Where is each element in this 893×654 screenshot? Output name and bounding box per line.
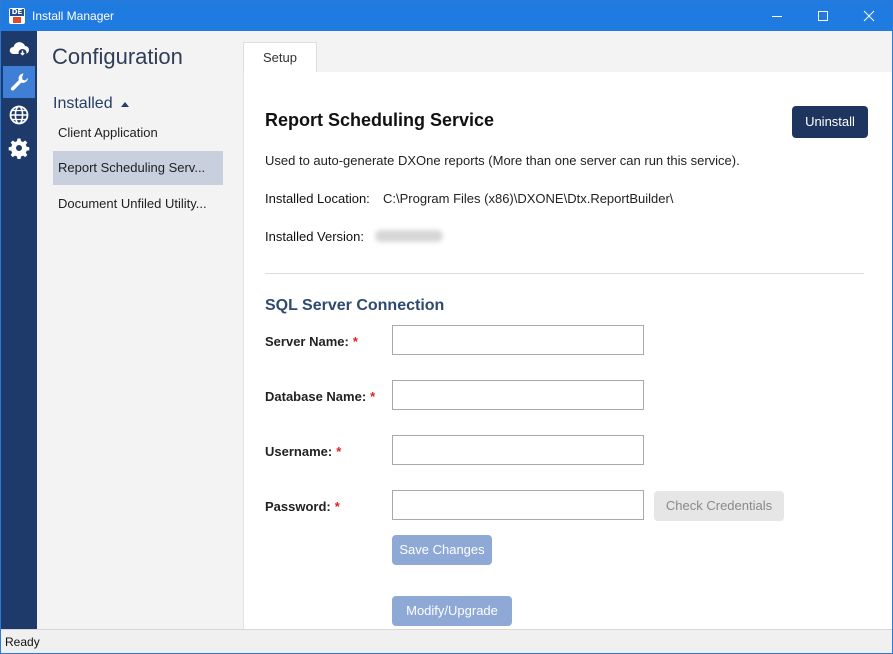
close-button[interactable]: [846, 1, 892, 31]
required-marker: *: [334, 499, 340, 514]
close-icon: [863, 10, 875, 22]
minimize-button[interactable]: [754, 1, 800, 31]
save-changes-button[interactable]: Save Changes: [392, 535, 492, 565]
wrench-icon: [10, 73, 28, 91]
modify-upgrade-button[interactable]: Modify/Upgrade: [392, 596, 512, 626]
installed-section-header[interactable]: Installed: [53, 95, 113, 113]
required-marker: *: [336, 444, 342, 459]
window-title: Install Manager: [32, 9, 115, 23]
required-marker: *: [370, 389, 376, 404]
rail-item-configuration[interactable]: [3, 66, 35, 98]
sidebar-item-document-unfiled[interactable]: Document Unfiled Utility...: [53, 187, 223, 221]
page-title: Configuration: [52, 44, 183, 69]
maximize-icon: [818, 11, 828, 21]
required-marker: *: [352, 334, 358, 349]
rail-item-settings[interactable]: [3, 132, 35, 164]
navigation-rail: [1, 31, 37, 629]
username-input[interactable]: [392, 435, 644, 465]
maximize-button[interactable]: [800, 1, 846, 31]
title-bar[interactable]: DE Install Manager: [1, 1, 892, 31]
database-name-label: Database Name: *: [265, 389, 376, 404]
database-name-input[interactable]: [392, 380, 644, 410]
server-name-label: Server Name: *: [265, 334, 358, 349]
installed-version-label: Installed Version:: [265, 229, 365, 244]
status-bar: Ready: [1, 629, 892, 653]
setup-panel: Report Scheduling Service Uninstall Used…: [243, 72, 892, 629]
rail-item-network[interactable]: [3, 99, 35, 131]
install-manager-window: DE Install Manager Configuration Install…: [0, 0, 893, 654]
server-name-input[interactable]: [392, 325, 644, 355]
installed-location-label: Installed Location:: [265, 191, 370, 206]
sidebar-item-client-application[interactable]: Client Application: [53, 116, 223, 150]
service-description: Used to auto-generate DXOne reports (Mor…: [265, 153, 740, 168]
uninstall-button[interactable]: Uninstall: [792, 106, 868, 138]
installed-location-value: C:\Program Files (x86)\DXONE\Dtx.ReportB…: [383, 191, 674, 206]
main-content: Setup Report Scheduling Service Uninstal…: [243, 31, 892, 629]
service-title: Report Scheduling Service: [265, 110, 495, 130]
check-credentials-button[interactable]: Check Credentials: [654, 491, 784, 521]
sidebar: Configuration Installed Client Applicati…: [37, 31, 243, 629]
installed-version-value-redacted: [375, 230, 443, 242]
username-label: Username: *: [265, 444, 342, 459]
globe-icon: [9, 105, 29, 125]
password-label: Password: *: [265, 499, 340, 514]
minimize-icon: [772, 16, 782, 17]
cloud-download-icon: [9, 42, 30, 57]
divider: [265, 273, 864, 274]
app-icon: DE: [9, 8, 25, 24]
tab-setup[interactable]: Setup: [243, 42, 317, 72]
sidebar-item-report-scheduling[interactable]: Report Scheduling Serv...: [53, 151, 223, 185]
password-input[interactable]: [392, 490, 644, 520]
gear-icon: [8, 138, 30, 159]
rail-item-downloads[interactable]: [3, 33, 35, 65]
sql-section-heading: SQL Server Connection: [265, 297, 445, 314]
caret-up-icon[interactable]: [121, 102, 129, 107]
